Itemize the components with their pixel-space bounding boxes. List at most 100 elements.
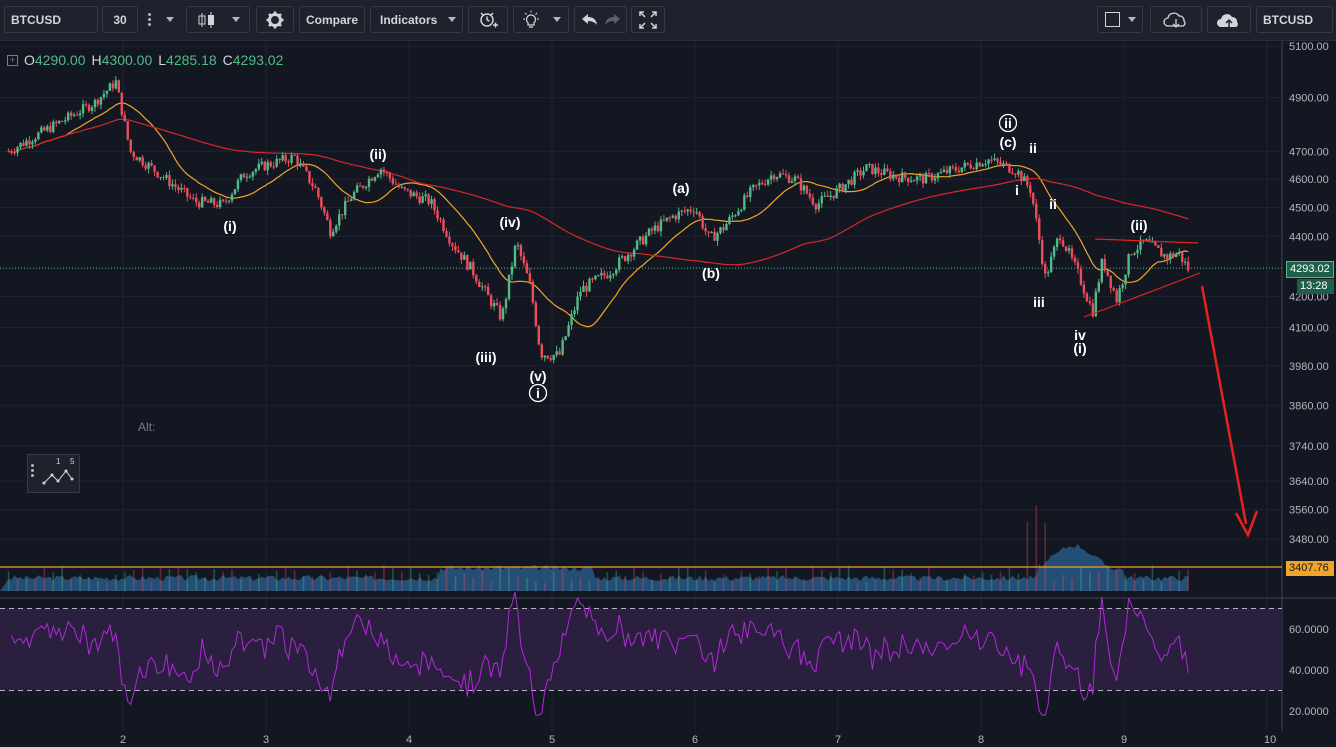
candle-body <box>531 281 535 303</box>
price-tick-label: 4900.00 <box>1289 93 1329 105</box>
candle-body <box>93 99 97 108</box>
candle-body <box>361 185 365 188</box>
candle-body <box>889 171 892 179</box>
candle-body <box>966 162 969 165</box>
legend-collapse-icon[interactable]: + <box>7 54 18 66</box>
candle-body <box>549 358 552 360</box>
volume-bar <box>963 573 966 591</box>
candle-body <box>585 285 588 292</box>
layout-button[interactable] <box>1097 6 1143 33</box>
candle-body <box>954 167 958 171</box>
volume-bar <box>392 567 394 591</box>
candle-body <box>1020 171 1023 182</box>
candle-body <box>90 107 94 111</box>
candle-body <box>218 199 222 208</box>
time-axis-ticks: 2 3 4 5 6 7 8 9 10 <box>120 734 1276 746</box>
candle-body <box>644 235 648 245</box>
candle-body <box>641 236 645 245</box>
volume-bar <box>25 578 28 591</box>
interval-dropdown-chevron-icon[interactable] <box>160 6 180 33</box>
volume-bar <box>481 570 484 591</box>
volume-bar <box>374 572 376 591</box>
candle-body <box>805 185 809 194</box>
candle-body <box>993 158 996 160</box>
wave-label: (c) <box>999 134 1016 150</box>
candle-body <box>850 179 853 185</box>
candle-body <box>343 200 347 216</box>
interval-button[interactable]: 30 <box>102 6 138 33</box>
volume-bar <box>115 575 117 591</box>
volume-bar <box>52 571 55 591</box>
volume-bar <box>731 580 734 591</box>
cloud-upload-icon <box>1217 13 1238 27</box>
settings-button[interactable] <box>256 6 294 33</box>
volume-bar <box>302 576 305 591</box>
rsi-pane[interactable]: 60.0000 40.0000 20.0000 <box>0 591 1336 718</box>
rsi-band <box>0 608 1282 691</box>
candle-body <box>817 203 821 210</box>
symbol-search-button[interactable]: BTCUSD <box>4 6 98 33</box>
candle-body <box>609 275 612 279</box>
compare-button[interactable]: Compare <box>299 6 365 33</box>
alert-button[interactable] <box>468 6 508 33</box>
candle-body <box>1178 252 1181 254</box>
volume-bar <box>543 582 546 591</box>
candle-body <box>990 159 993 161</box>
candle-body <box>34 139 37 142</box>
wave-label: iii <box>1033 294 1045 310</box>
volume-bar <box>892 569 895 591</box>
candle-body <box>1157 245 1160 248</box>
candle-body <box>46 126 49 131</box>
right-symbol-label: BTCUSD <box>1263 12 1313 27</box>
interval-menu-dots-icon[interactable] <box>140 6 158 33</box>
volume-bar <box>418 572 421 591</box>
candle-body <box>653 225 657 231</box>
candle-body <box>433 199 436 211</box>
wave-label: (i) <box>1073 340 1086 356</box>
candle-body <box>665 217 669 221</box>
volume-bar <box>856 582 859 591</box>
candle-body <box>874 167 877 175</box>
chart-style-button[interactable] <box>186 6 250 33</box>
wave-label: (b) <box>702 265 720 281</box>
candle-body <box>588 278 591 292</box>
candle-body <box>424 194 427 197</box>
candle-body <box>126 121 129 140</box>
candle-body <box>481 286 484 288</box>
undo-icon[interactable] <box>579 12 601 28</box>
candle-body <box>209 198 213 203</box>
load-chart-button[interactable] <box>1150 6 1202 33</box>
volume-bar <box>311 576 314 591</box>
candle-body <box>236 180 240 190</box>
rsi-tick-label: 40.0000 <box>1289 665 1329 677</box>
right-symbol-button[interactable]: BTCUSD <box>1256 6 1333 33</box>
price-chart[interactable]: 60.0000 40.0000 20.0000 5100.00 4900.00 4700… <box>0 41 1336 747</box>
candle-body <box>555 351 558 356</box>
drag-handle-icon[interactable] <box>31 464 34 477</box>
fullscreen-button[interactable] <box>631 6 665 33</box>
main-pane[interactable] <box>0 41 1282 601</box>
candle-body <box>132 151 135 158</box>
candle-body <box>87 104 91 111</box>
pattern-label-5: 5 <box>70 457 75 466</box>
candle-body <box>1130 254 1133 256</box>
candle-body <box>427 194 430 205</box>
candle-body <box>650 228 654 231</box>
time-tick-label: 9 <box>1121 734 1127 746</box>
pattern-widget[interactable]: 1 5 <box>27 454 80 493</box>
indicators-button[interactable]: Indicators <box>370 6 463 33</box>
redo-icon[interactable] <box>601 12 623 28</box>
candle-body <box>230 194 234 201</box>
volume-bar <box>606 572 609 591</box>
volume-bar <box>159 567 162 591</box>
volume-bar <box>776 571 778 591</box>
candle-body <box>16 147 19 153</box>
candle-body <box>180 188 183 190</box>
candle-body <box>206 200 210 203</box>
candle-body <box>784 174 788 176</box>
volume-bar <box>713 581 716 591</box>
ideas-button[interactable] <box>513 6 569 33</box>
volume-bar <box>1017 573 1020 591</box>
candle-body <box>1011 172 1014 175</box>
save-chart-button[interactable] <box>1207 6 1251 33</box>
